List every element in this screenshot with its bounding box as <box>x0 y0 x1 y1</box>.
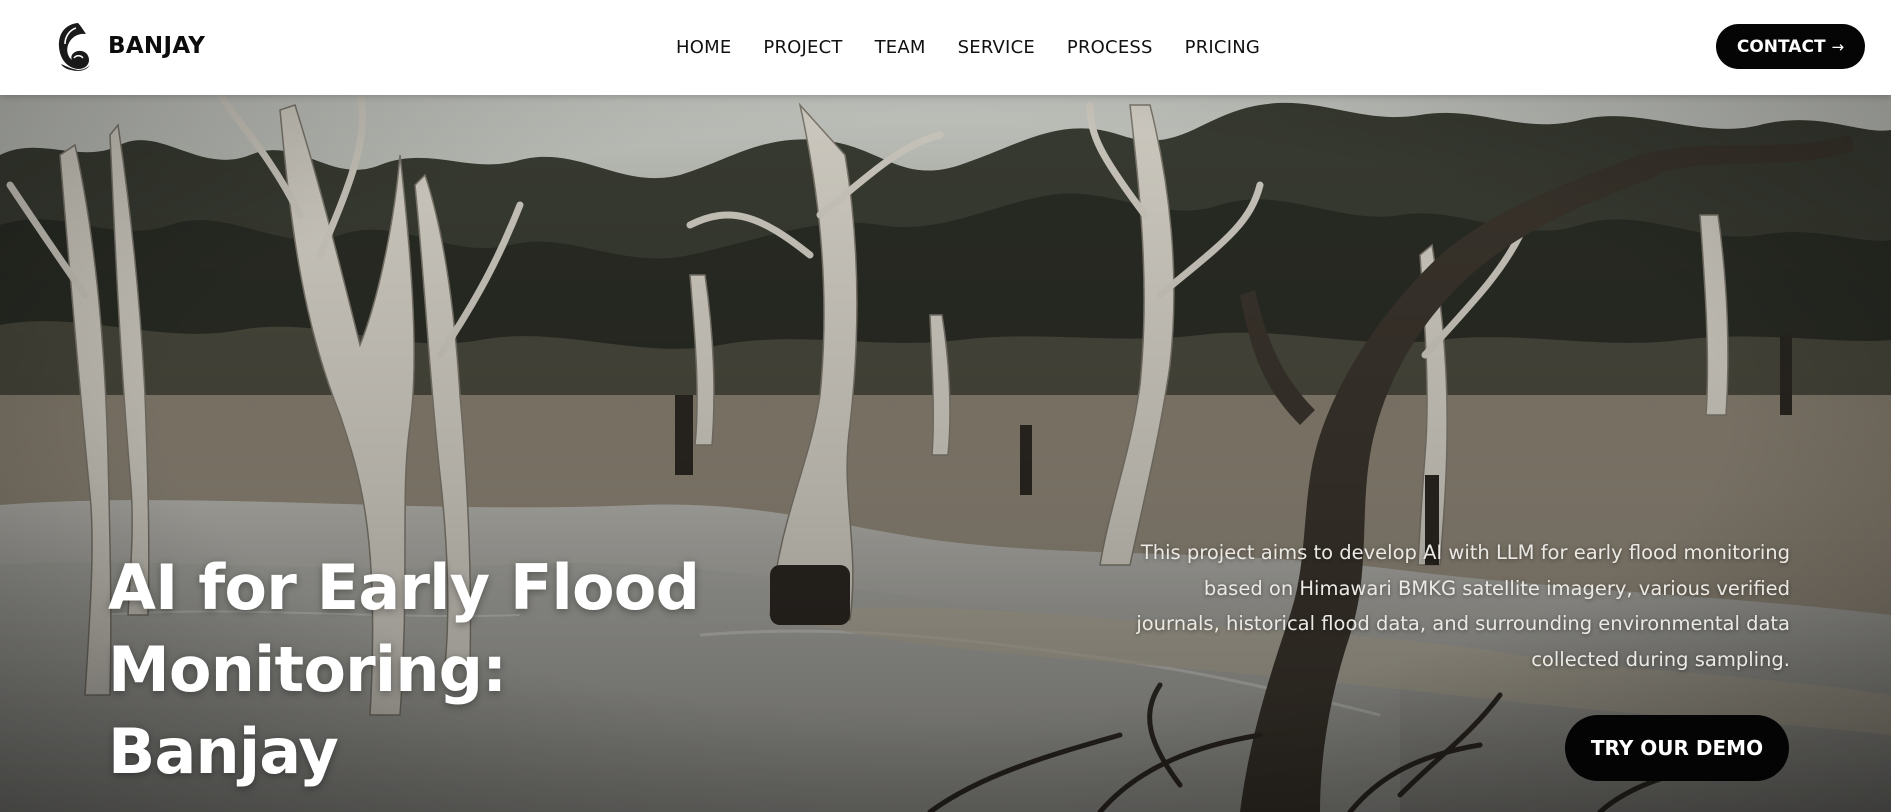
try-demo-button[interactable]: TRY OUR DEMO <box>1565 715 1789 781</box>
top-navbar: BANJAY HOME PROJECT TEAM SERVICE PROCESS… <box>0 0 1891 95</box>
nav-item-pricing: PRICING <box>1185 37 1260 58</box>
brand-name: BANJAY <box>108 33 206 59</box>
hero-title: AI for Early Flood Monitoring: Banjay <box>108 547 700 793</box>
hero-description: This project aims to develop AI with LLM… <box>1136 541 1790 671</box>
arrow-right-icon: → <box>1831 37 1845 56</box>
nav-link-team[interactable]: TEAM <box>875 37 926 58</box>
hero-title-line: AI for Early Flood <box>108 551 700 624</box>
hero-section: AI for Early Flood Monitoring: Banjay Th… <box>0 95 1891 812</box>
nav-item-home: HOME <box>676 37 731 58</box>
nav-item-service: SERVICE <box>958 37 1035 58</box>
contact-button[interactable]: CONTACT → <box>1716 24 1865 69</box>
main-nav: HOME PROJECT TEAM SERVICE PROCESS PRICIN… <box>676 0 1260 95</box>
nav-link-project[interactable]: PROJECT <box>763 37 842 58</box>
nav-item-process: PROCESS <box>1067 37 1153 58</box>
hero-title-line: Monitoring: <box>108 633 507 706</box>
contact-button-label: CONTACT <box>1736 36 1826 57</box>
nav-link-service[interactable]: SERVICE <box>958 37 1035 58</box>
brand[interactable]: BANJAY <box>54 20 205 72</box>
nav-link-home[interactable]: HOME <box>676 37 731 58</box>
nav-link-process[interactable]: PROCESS <box>1067 37 1153 58</box>
nav-item-team: TEAM <box>875 37 926 58</box>
hero-title-line: Banjay <box>108 715 339 788</box>
nav-link-pricing[interactable]: PRICING <box>1185 37 1260 58</box>
nav-item-project: PROJECT <box>763 37 842 58</box>
wave-logo-icon <box>58 23 90 71</box>
